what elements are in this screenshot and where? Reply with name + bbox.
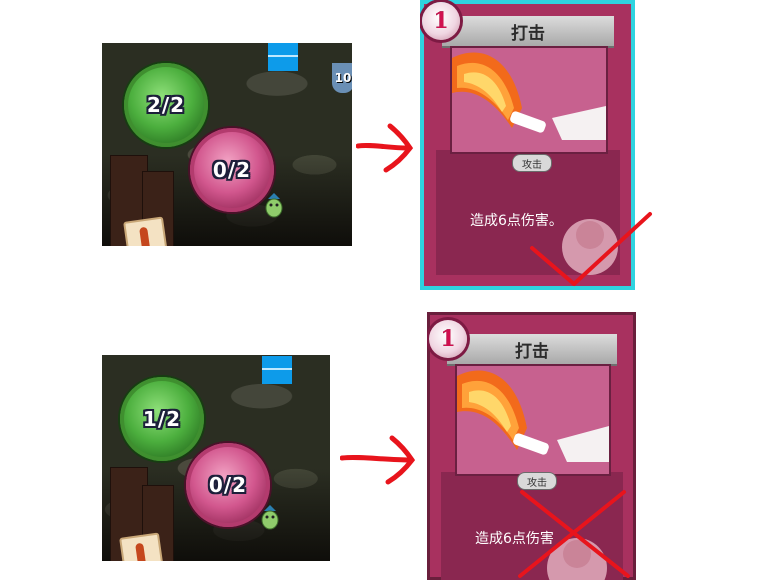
- game-screenshot-bottom: 1/2 0/2: [102, 355, 330, 561]
- energy-orb-pink-value: 0/2: [208, 473, 248, 497]
- energy-orb-green-value: 1/2: [142, 407, 182, 431]
- card-art: [455, 364, 611, 476]
- card-type: 攻击: [527, 477, 547, 489]
- arrow-icon: [356, 123, 414, 173]
- card-type-tag: 攻击: [512, 154, 552, 172]
- card-cost: 1: [433, 8, 449, 34]
- card-type: 攻击: [522, 159, 542, 171]
- card-title: 打击: [511, 23, 545, 44]
- card-art: [450, 46, 608, 154]
- energy-orb-green: 1/2: [120, 377, 204, 461]
- arrow-icon: [340, 435, 416, 485]
- draw-pile-icon[interactable]: [123, 216, 169, 246]
- card-title-banner: 打击: [442, 16, 614, 48]
- card-cost-orb: 1: [422, 2, 460, 40]
- card-cost-orb: 1: [429, 320, 467, 358]
- energy-orb-green: 2/2: [124, 63, 208, 147]
- frog-character-icon: [261, 505, 279, 530]
- draw-pile-icon[interactable]: [119, 532, 165, 561]
- blue-marker: [262, 356, 292, 384]
- slash-artwork: [452, 52, 606, 140]
- energy-orb-green-value: 2/2: [146, 93, 186, 117]
- hud-number: 10: [334, 71, 352, 85]
- checkmark-icon: [530, 212, 652, 286]
- game-screenshot-top: 10 2/2 0/2: [102, 43, 352, 246]
- cross-icon: [518, 490, 630, 578]
- energy-orb-pink: 0/2: [186, 443, 270, 527]
- energy-orb-pink-value: 0/2: [212, 158, 252, 182]
- card-title: 打击: [515, 341, 549, 362]
- hud-badge: 10: [332, 63, 352, 93]
- card-cost: 1: [440, 326, 456, 352]
- frog-character-icon: [265, 193, 283, 218]
- card-title-banner: 打击: [447, 334, 617, 366]
- energy-orb-pink: 0/2: [190, 128, 274, 212]
- slash-artwork: [457, 370, 609, 462]
- blue-marker: [268, 43, 298, 71]
